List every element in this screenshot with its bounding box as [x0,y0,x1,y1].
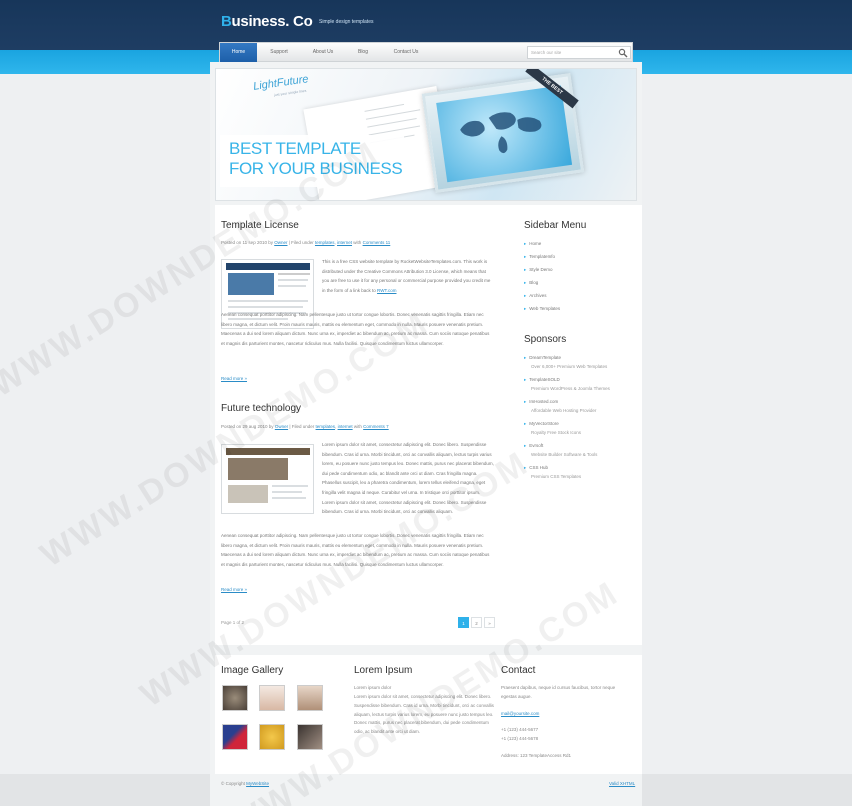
bullet-icon: ▸ [524,267,527,272]
contact-address: Address: 123 TemplateAccess Rd1 [501,753,571,758]
post-title-1[interactable]: Template License [221,220,299,231]
sponsor-desc: Premium WordPress & Joomla Themes [531,386,610,391]
sidebar-item-home[interactable]: ▸ Home [524,241,541,247]
post-comments-link[interactable]: Comments 11 [363,240,391,245]
sidebar-item-web-templates[interactable]: ▸ Web Templates [524,306,560,312]
bullet-icon: ▸ [524,443,527,448]
nav-blog[interactable]: Blog [346,43,380,62]
bullet-icon: ▸ [524,254,527,259]
page-1-button[interactable]: 1 [458,617,469,628]
bullet-icon: ▸ [524,280,527,285]
sponsor-desc: Affordable Web Hosting Provider [531,408,597,413]
banner-headline-line2: FOR YOUR BUSINESS [229,159,403,178]
banner-headline-box: BEST TEMPLATE FOR YOUR BUSINESS [220,135,404,187]
pagination-label: Page 1 of 2 [221,620,245,625]
sidebar-item-blog[interactable]: ▸ Blog [524,280,538,286]
lorem-heading: Lorem ipsum dolor [354,685,392,690]
contact-phone: +1 (123) 444-5677 [501,727,539,732]
post-category-link[interactable]: internet [337,240,352,245]
bullet-icon: ▸ [524,377,527,382]
post-author-link[interactable]: Owner [274,240,287,245]
bullet-icon: ▸ [524,399,527,404]
sponsor-link[interactable]: ▸ ImHosted.com [524,399,558,405]
bullet-icon: ▸ [524,293,527,298]
post-comments-link[interactable]: Comments 7 [363,424,389,429]
gallery-thumb[interactable] [259,724,285,750]
banner-headline-line1: BEST TEMPLATE [229,139,361,158]
post-title-2[interactable]: Future technology [221,403,301,414]
post-author-link[interactable]: Owner [275,424,288,429]
next-page-button[interactable]: » [484,617,495,628]
gallery-thumb[interactable] [222,724,248,750]
search-box: Search our site [527,46,631,59]
post-meta-1: Posted on 11 sep 2010 by Owner | Filed u… [221,240,391,245]
world-map-image [436,85,573,183]
site-logo[interactable]: Business. Co [221,13,313,30]
lorem-title: Lorem Ipsum [354,665,413,676]
copyright: © Copyright MyWebSite [221,781,270,786]
sponsor-link[interactable]: ▸ Evrsoft [524,443,543,449]
nav-about-us[interactable]: About Us [302,43,344,62]
post-body-1: Aenean consequat porttitor adipiscing. N… [221,312,490,346]
sidebar-item-archives[interactable]: ▸ Archives [524,293,547,299]
copyright-link[interactable]: MyWebSite [246,781,269,786]
bullet-icon: ▸ [524,241,527,246]
main-nav: Home Support About Us Blog Contact Us Se… [219,42,633,62]
bullet-icon: ▸ [524,465,527,470]
post-meta-2: Posted on 29 aug 2010 by Owner | Filed u… [221,424,389,429]
gallery-title: Image Gallery [221,665,284,676]
site-tagline: Simple design templates [319,19,374,25]
sponsor-desc: Website Builder Software & Tools [531,452,598,457]
intro-link[interactable]: RWT.com [377,288,396,293]
nav-home[interactable]: Home [220,43,257,62]
sponsor-link[interactable]: ▸ MyVectorStore [524,421,559,427]
sponsor-link[interactable]: ▸ CSS Hub [524,465,548,471]
sidebar-item-templateinfo[interactable]: ▸ TemplateInfo [524,254,555,260]
bullet-icon: ▸ [524,355,527,360]
sidebar-item-style-demo[interactable]: ▸ Style Demo [524,267,553,273]
sponsor-link[interactable]: ▸ TemplateSOLD [524,377,560,383]
post-intro-2: Lorem ipsum dolor sit amet, consectetur … [322,442,494,515]
contact-email-link[interactable]: mail@yoursite.com [501,711,539,716]
bullet-icon: ▸ [524,421,527,426]
contact-text: Praesent dapibus, neque id cursus faucib… [501,685,616,699]
banner-brand-sub: just your simple lines [273,88,307,98]
gallery-thumb[interactable] [259,685,285,711]
sponsor-desc: Premium CSS Templates [531,474,582,479]
sponsor-desc: Royalty Free Stock Icons [531,430,582,435]
read-more-link[interactable]: Read more » [221,587,247,592]
post-category-link[interactable]: internet [338,424,353,429]
nav-support[interactable]: Support [258,43,300,62]
hero-banner[interactable]: LightFuture just your simple lines BEST … [215,68,637,201]
post-category-link[interactable]: templates [315,240,335,245]
lorem-text: Lorem ipsum dolor sit amet, consectetur … [354,694,494,735]
page-2-button[interactable]: 2 [471,617,482,628]
gallery-thumb[interactable] [297,724,323,750]
valid-xhtml-link[interactable]: Valid XHTML [609,781,635,786]
read-more-link[interactable]: Read more » [221,376,247,381]
post-thumbnail-2[interactable] [221,444,314,514]
search-input[interactable]: Search our site [531,50,561,55]
post-body-2: Aenean consequat porttitor adipiscing. N… [221,533,490,567]
bullet-icon: ▸ [524,306,527,311]
sidebar-menu-title: Sidebar Menu [524,220,587,231]
contact-phone: +1 (123) 444-5678 [501,736,539,741]
gallery-thumb[interactable] [297,685,323,711]
post-category-link[interactable]: templates [316,424,336,429]
contact-title: Contact [501,665,536,676]
nav-contact-us[interactable]: Contact Us [382,43,430,62]
world-map-icon [460,112,542,154]
sponsors-title: Sponsors [524,334,567,345]
search-icon[interactable] [618,48,628,58]
sponsor-desc: Over 6,000+ Premium Web Templates [531,364,608,369]
sponsor-link[interactable]: ▸ DreamTemplate [524,355,561,361]
post-intro-1: This is a free CSS website template by R… [322,259,491,293]
gallery-thumb[interactable] [222,685,248,711]
